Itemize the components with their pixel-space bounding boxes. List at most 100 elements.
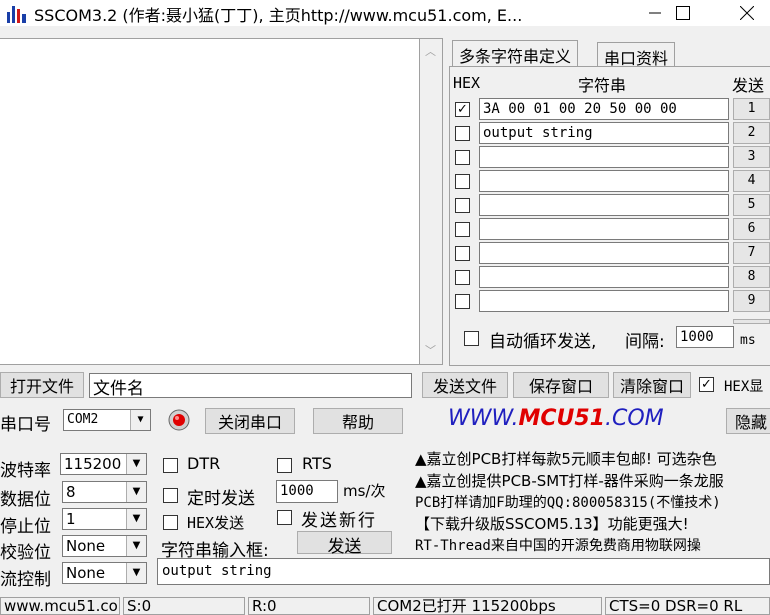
row-send-button[interactable]: 5 (733, 194, 770, 216)
row-send-button[interactable]: 7 (733, 242, 770, 264)
data-bits-value: 8 (66, 483, 76, 501)
help-button[interactable]: 帮助 (313, 408, 403, 434)
website-mcu: MCU51 (518, 406, 605, 431)
row-hex-checkbox[interactable] (455, 270, 470, 285)
stop-bits-select[interactable]: 1 ▼ (62, 508, 147, 530)
window-title: SSCOM3.2 (作者:聂小猛(丁丁), 主页http://www.mcu51… (34, 6, 523, 25)
dtr-checkbox[interactable] (163, 458, 178, 473)
status-port-state: COM2已打开 115200bps (373, 597, 602, 615)
send-file-button[interactable]: 发送文件 (422, 372, 508, 398)
row-string-input[interactable] (479, 218, 729, 240)
row-hex-checkbox[interactable] (455, 150, 470, 165)
baud-value: 115200 (64, 455, 122, 473)
website-com: .COM (605, 406, 664, 431)
row-string-input[interactable] (479, 194, 729, 216)
ad-line[interactable]: ▲嘉立创PCB打样每款5元顺丰包邮! 可选杂色 (415, 448, 717, 469)
row-send-button[interactable]: 4 (733, 170, 770, 192)
ad-line[interactable]: PCB打样请加F助理的QQ:800058315(不懂技术) (415, 492, 721, 512)
row-string-input[interactable]: 3A 00 01 00 20 50 00 00 (479, 98, 729, 120)
flow-control-value: None (66, 564, 106, 582)
scroll-down-icon[interactable]: ﹀ (425, 342, 436, 358)
row-string-input[interactable] (479, 146, 729, 168)
file-name-field[interactable]: 文件名 (89, 373, 412, 398)
stop-bits-label: 停止位 (0, 517, 51, 537)
chevron-down-icon[interactable]: ▼ (126, 509, 146, 529)
timed-unit: ms/次 (343, 482, 386, 500)
row-hex-checkbox[interactable] (455, 246, 470, 261)
baud-select[interactable]: 115200 ▼ (60, 453, 147, 475)
column-header-send: 发送 (732, 76, 765, 95)
timed-interval-input[interactable]: 1000 (276, 480, 338, 503)
chevron-down-icon[interactable]: ▼ (126, 536, 146, 556)
parity-select[interactable]: None ▼ (62, 535, 147, 557)
interval-label: 间隔: (625, 332, 665, 352)
chevron-down-icon[interactable]: ▼ (126, 454, 146, 474)
flow-control-select[interactable]: None ▼ (62, 562, 147, 584)
close-button[interactable] (724, 0, 770, 26)
ad-line[interactable]: RT-Thread来自中国的开源免费商用物联网操 (415, 535, 701, 555)
send-newline-checkbox[interactable] (277, 510, 292, 525)
maximize-button[interactable] (660, 0, 706, 26)
tab-port-info[interactable]: 串口资料 (597, 42, 676, 68)
row-hex-checkbox[interactable]: ✓ (455, 102, 470, 117)
port-status-icon (168, 409, 190, 431)
row-hex-checkbox[interactable] (455, 126, 470, 141)
chevron-down-icon[interactable]: ▼ (126, 482, 146, 502)
chevron-down-icon[interactable]: ▼ (130, 410, 150, 430)
interval-input[interactable]: 1000 (676, 326, 734, 348)
hide-button[interactable]: 隐藏 (726, 408, 770, 434)
app-icon (7, 6, 26, 23)
port-select[interactable]: COM2 ▼ (63, 409, 151, 431)
hex-send-checkbox[interactable] (163, 515, 178, 530)
row-hex-checkbox[interactable] (455, 294, 470, 309)
string-input[interactable]: output string (157, 558, 770, 585)
row-hex-checkbox[interactable] (455, 174, 470, 189)
row-hex-checkbox[interactable] (455, 222, 470, 237)
open-file-button[interactable]: 打开文件 (0, 372, 84, 398)
row-string-input[interactable] (479, 170, 729, 192)
row-send-button[interactable]: 1 (733, 98, 770, 120)
flow-control-label: 流控制 (0, 570, 51, 590)
clear-window-button[interactable]: 清除窗口 (613, 372, 691, 398)
stop-bits-value: 1 (66, 510, 76, 528)
close-icon (740, 6, 754, 20)
title-bar[interactable]: SSCOM3.2 (作者:聂小猛(丁丁), 主页http://www.mcu51… (0, 0, 770, 26)
tab-multi-string[interactable]: 多条字符串定义 (452, 40, 579, 66)
row-string-input[interactable]: output string (479, 122, 729, 144)
send-button[interactable]: 发送 (297, 531, 392, 557)
send-newline-label: 发送新行 (301, 511, 377, 531)
hex-display-label: HEX显 (724, 379, 764, 395)
data-bits-label: 数据位 (0, 490, 51, 510)
row-hex-checkbox[interactable] (455, 198, 470, 213)
ad-line[interactable]: 【下载升级版SSCOM5.13】功能更强大! (415, 513, 689, 534)
maximize-icon (676, 6, 690, 20)
interval-unit: ms (740, 333, 756, 348)
auto-loop-checkbox[interactable] (464, 331, 479, 346)
row-send-button[interactable]: 3 (733, 146, 770, 168)
row-send-button[interactable]: 6 (733, 218, 770, 240)
data-bits-select[interactable]: 8 ▼ (62, 481, 147, 503)
receive-textarea[interactable] (0, 38, 420, 365)
save-window-button[interactable]: 保存窗口 (513, 372, 609, 398)
column-header-string: 字符串 (578, 76, 627, 95)
rts-checkbox[interactable] (277, 458, 292, 473)
row-send-button[interactable]: 9 (733, 290, 770, 312)
timed-send-checkbox[interactable] (163, 488, 178, 503)
auto-loop-label: 自动循环发送, (489, 332, 597, 352)
send-button-partial[interactable] (733, 319, 770, 324)
chevron-down-icon[interactable]: ▼ (126, 563, 146, 583)
row-string-input[interactable] (479, 242, 729, 264)
row-string-input[interactable] (479, 266, 729, 288)
receive-scrollbar[interactable]: ︿ ﹀ (420, 38, 443, 365)
status-sent: S:0 (123, 597, 245, 615)
parity-label: 校验位 (0, 543, 51, 563)
website-link[interactable]: WWW.MCU51.COM (448, 406, 664, 431)
row-send-button[interactable]: 8 (733, 266, 770, 288)
row-send-button[interactable]: 2 (733, 122, 770, 144)
hex-display-checkbox[interactable]: ✓ (699, 377, 714, 392)
close-port-button[interactable]: 关闭串口 (205, 408, 295, 434)
row-string-input[interactable] (479, 290, 729, 312)
ad-line[interactable]: ▲嘉立创提供PCB-SMT打样-器件采购一条龙服 (415, 470, 724, 491)
rts-label: RTS (302, 454, 332, 473)
scroll-up-icon[interactable]: ︿ (425, 43, 436, 59)
